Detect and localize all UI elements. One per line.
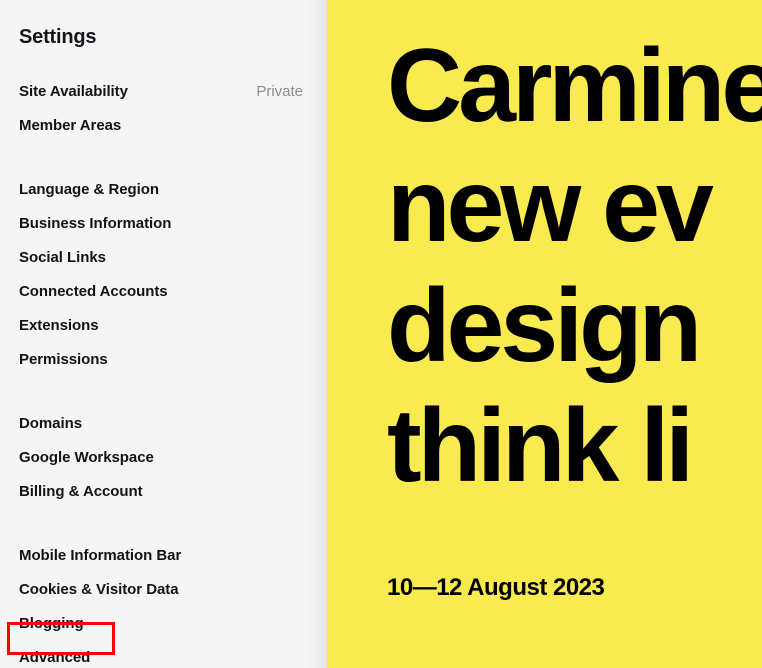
- headline-line: think li: [387, 388, 694, 504]
- sidebar-item-billing-account[interactable]: Billing & Account: [19, 475, 303, 509]
- sidebar-item-mobile-information-bar[interactable]: Mobile Information Bar: [19, 539, 303, 573]
- sidebar-item-business-information[interactable]: Business Information: [19, 207, 303, 241]
- sidebar-group-site: Site Availability Private Member Areas: [19, 75, 303, 143]
- sidebar-item-label: Advanced: [19, 649, 91, 666]
- page-title: Settings: [19, 26, 97, 48]
- sidebar-item-domains[interactable]: Domains: [19, 407, 303, 441]
- sidebar-item-permissions[interactable]: Permissions: [19, 343, 303, 377]
- sidebar-item-label: Member Areas: [19, 117, 122, 134]
- sidebar-group-general: Language & Region Business Information S…: [19, 173, 303, 377]
- preview-event-date: 10—12 August 2023: [387, 574, 605, 601]
- sidebar-item-label: Cookies & Visitor Data: [19, 581, 179, 598]
- headline-line: new ev: [387, 148, 714, 264]
- preview-headline: Carmine: new ev design think li: [387, 26, 762, 506]
- sidebar-item-blogging[interactable]: Blogging: [19, 607, 303, 641]
- sidebar-item-label: Permissions: [19, 351, 108, 368]
- sidebar-item-cookies-visitor-data[interactable]: Cookies & Visitor Data: [19, 573, 303, 607]
- sidebar-item-extensions[interactable]: Extensions: [19, 309, 303, 343]
- sidebar-item-label: Blogging: [19, 615, 84, 632]
- sidebar-group-domains: Domains Google Workspace Billing & Accou…: [19, 407, 303, 509]
- settings-screen: Settings Site Availability Private Membe…: [0, 0, 762, 668]
- settings-sidebar: Settings Site Availability Private Membe…: [0, 0, 327, 668]
- sidebar-item-label: Site Availability: [19, 83, 128, 100]
- sidebar-item-label: Domains: [19, 415, 82, 432]
- site-preview-panel[interactable]: Carmine: new ev design think li 10—12 Au…: [327, 0, 762, 668]
- sidebar-item-advanced[interactable]: Advanced: [19, 641, 303, 668]
- site-availability-value: Private: [256, 83, 303, 100]
- sidebar-group-advanced: Mobile Information Bar Cookies & Visitor…: [19, 539, 303, 668]
- sidebar-item-label: Billing & Account: [19, 483, 143, 500]
- sidebar-item-member-areas[interactable]: Member Areas: [19, 109, 303, 143]
- sidebar-item-label: Google Workspace: [19, 449, 154, 466]
- sidebar-item-social-links[interactable]: Social Links: [19, 241, 303, 275]
- sidebar-item-label: Business Information: [19, 215, 172, 232]
- sidebar-item-site-availability[interactable]: Site Availability Private: [19, 75, 303, 109]
- sidebar-item-label: Mobile Information Bar: [19, 547, 182, 564]
- sidebar-item-label: Connected Accounts: [19, 283, 168, 300]
- sidebar-item-label: Extensions: [19, 317, 99, 334]
- sidebar-item-language-region[interactable]: Language & Region: [19, 173, 303, 207]
- sidebar-content: Settings Site Availability Private Membe…: [0, 0, 327, 668]
- sidebar-item-label: Social Links: [19, 249, 106, 266]
- sidebar-item-connected-accounts[interactable]: Connected Accounts: [19, 275, 303, 309]
- headline-line: Carmine:: [387, 28, 762, 144]
- sidebar-item-label: Language & Region: [19, 181, 159, 198]
- sidebar-item-google-workspace[interactable]: Google Workspace: [19, 441, 303, 475]
- headline-line: design: [387, 268, 702, 384]
- preview-content: Carmine: new ev design think li 10—12 Au…: [387, 0, 762, 668]
